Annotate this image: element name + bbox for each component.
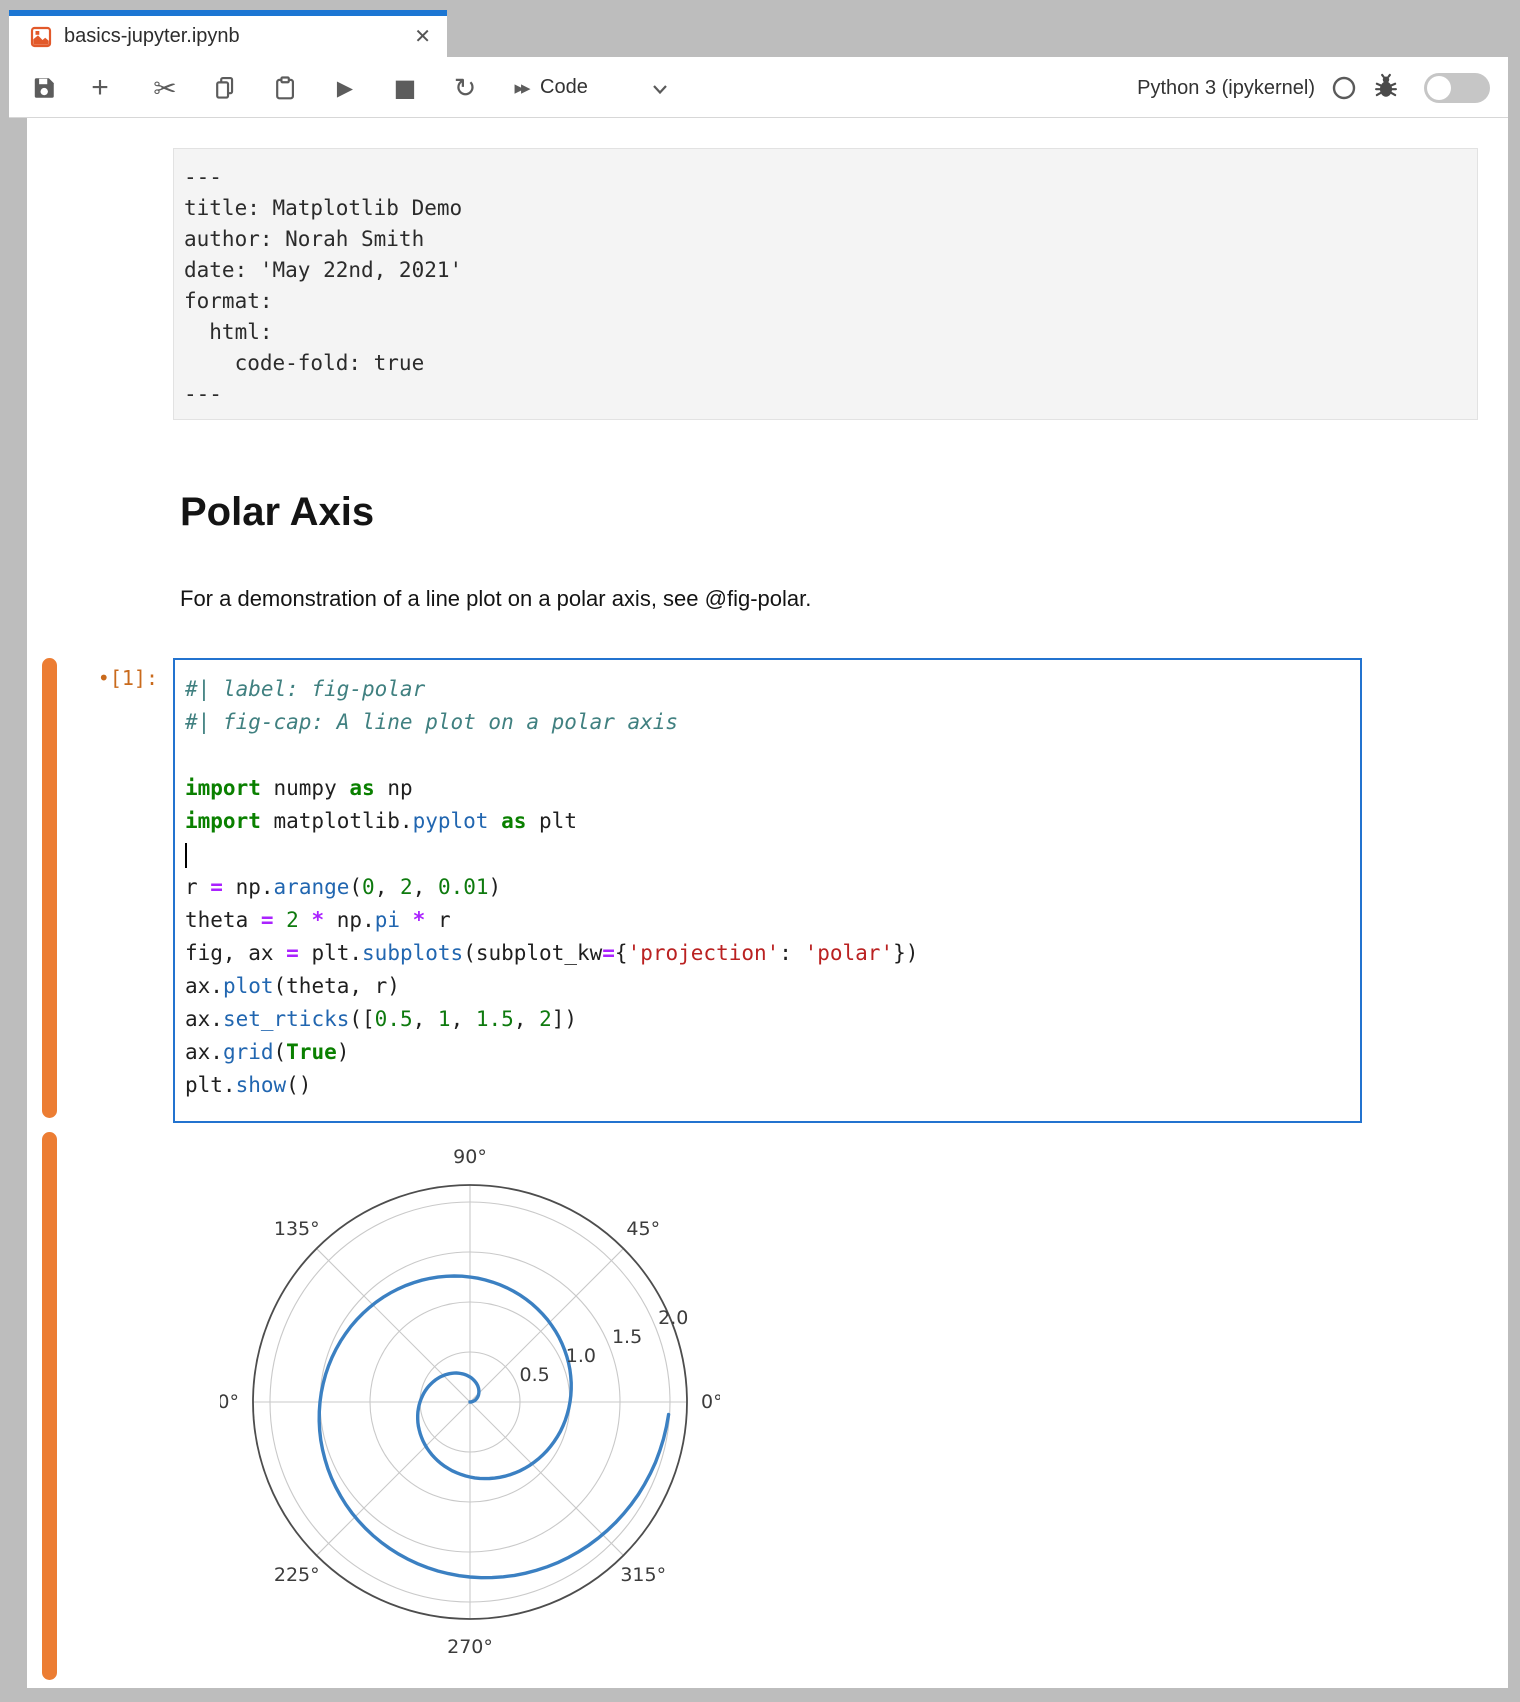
cell-type-dropdown[interactable]: Code: [540, 76, 588, 99]
code-cell-editor[interactable]: #| label: fig-polar#| fig-cap: A line pl…: [173, 658, 1362, 1123]
code-line: ax.set_rticks([0.5, 1, 1.5, 2]): [185, 1003, 1360, 1036]
fast-forward-icon: ▸▸: [514, 77, 527, 99]
copy-icon: [212, 75, 238, 101]
code-line: ax.grid(True): [185, 1036, 1360, 1069]
output-collapser-bar[interactable]: [42, 1132, 57, 1680]
restart-icon: ↻: [454, 73, 477, 104]
code-line: plt.show(): [185, 1069, 1360, 1102]
clipboard-icon: [272, 75, 298, 101]
interrupt-kernel-button[interactable]: ■: [387, 71, 423, 105]
markdown-paragraph: For a demonstration of a line plot on a …: [180, 586, 811, 612]
restart-kernel-button[interactable]: ↻: [447, 71, 483, 105]
theta-tick-label: 270°: [447, 1636, 493, 1658]
paste-button[interactable]: [267, 71, 303, 105]
stop-icon: ■: [394, 74, 417, 102]
theta-tick-label: 135°: [274, 1218, 320, 1240]
yaml-line: ---: [184, 162, 1477, 193]
r-tick-label: 1.5: [612, 1326, 642, 1348]
theta-tick-label: 45°: [626, 1218, 660, 1240]
markdown-heading: Polar Axis: [180, 490, 374, 535]
theta-tick-label: 180°: [220, 1391, 239, 1413]
code-line: [185, 838, 1360, 871]
theta-tick-label: 225°: [274, 1564, 320, 1586]
code-line: fig, ax = plt.subplots(subplot_kw={'proj…: [185, 937, 1360, 970]
debugger-bug-icon[interactable]: [1372, 73, 1400, 106]
yaml-line: html:: [184, 317, 1477, 348]
theta-tick-label: 90°: [453, 1146, 487, 1168]
code-line: import matplotlib.pyplot as plt: [185, 805, 1360, 838]
restart-run-all-button[interactable]: ▸▸: [503, 71, 539, 105]
tab-title: basics-jupyter.ipynb: [64, 25, 240, 48]
theta-tick-label: 0°: [701, 1391, 720, 1413]
r-tick-label: 2.0: [658, 1307, 688, 1329]
toggle-knob: [1427, 76, 1451, 100]
notebook-icon: [29, 25, 53, 49]
yaml-line: code-fold: true: [184, 348, 1477, 379]
kernel-status-icon[interactable]: [1332, 76, 1356, 105]
r-tick-label: 1.0: [566, 1345, 596, 1367]
play-icon: ▶: [337, 76, 353, 100]
code-line: theta = 2 * np.pi * r: [185, 904, 1360, 937]
code-line: r = np.arange(0, 2, 0.01): [185, 871, 1360, 904]
add-cell-button[interactable]: +: [82, 71, 118, 105]
yaml-raw-cell[interactable]: ---title: Matplotlib Demoauthor: Norah S…: [173, 148, 1478, 420]
close-icon[interactable]: ✕: [414, 24, 431, 49]
execution-prompt: •[1]:: [40, 666, 158, 690]
code-line: ax.plot(theta, r): [185, 970, 1360, 1003]
cut-cells-button[interactable]: ✂: [147, 71, 183, 105]
run-cell-button[interactable]: ▶: [327, 71, 363, 105]
chevron-down-icon[interactable]: [648, 77, 672, 106]
code-line: #| fig-cap: A line plot on a polar axis: [185, 706, 1360, 739]
plus-icon: +: [91, 71, 109, 105]
jupyter-window: basics-jupyter.ipynb ✕ + ✂ ▶ ■ ↻ ▸▸ Code…: [0, 0, 1520, 1702]
code-line: [185, 739, 1360, 772]
simple-mode-toggle[interactable]: [1424, 73, 1490, 103]
r-tick-label: 0.5: [520, 1364, 550, 1386]
input-collapser-bar[interactable]: [42, 658, 57, 1118]
scissors-icon: ✂: [153, 72, 176, 105]
yaml-line: ---: [184, 379, 1477, 410]
theta-tick-label: 315°: [620, 1564, 666, 1586]
save-icon: [31, 75, 57, 101]
yaml-line: format:: [184, 286, 1477, 317]
save-button[interactable]: [26, 71, 62, 105]
polar-plot-output: 0° 45° 90° 135° 180° 225° 270° 315° 0.5 1.0 1.5 2.0: [220, 1125, 720, 1685]
text-cursor: [185, 843, 187, 868]
yaml-line: title: Matplotlib Demo: [184, 193, 1477, 224]
yaml-line: date: 'May 22nd, 2021': [184, 255, 1477, 286]
notebook-tab[interactable]: basics-jupyter.ipynb ✕: [9, 10, 447, 57]
yaml-line: author: Norah Smith: [184, 224, 1477, 255]
kernel-name[interactable]: Python 3 (ipykernel): [1075, 77, 1315, 100]
code-line: import numpy as np: [185, 772, 1360, 805]
copy-cells-button[interactable]: [207, 71, 243, 105]
code-line: #| label: fig-polar: [185, 673, 1360, 706]
